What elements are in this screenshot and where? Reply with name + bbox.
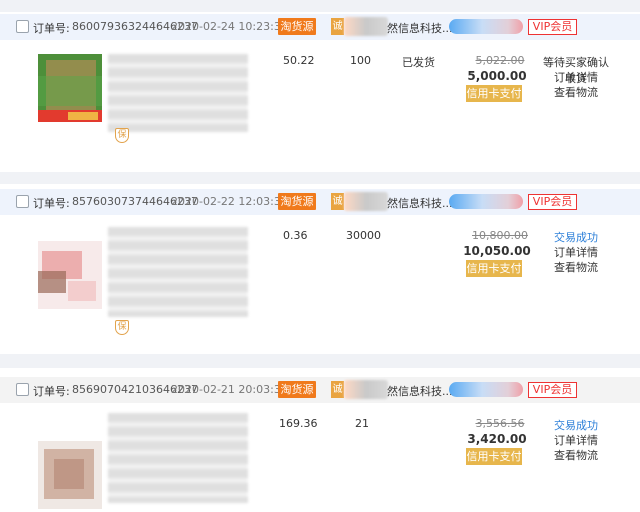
- order-card: 订单号: 856907042103646237 2020-02-21 20:03…: [0, 377, 640, 511]
- original-total: 5,022.00: [475, 54, 525, 67]
- source-tag: 淘货源: [278, 18, 316, 35]
- guarantee-shield-icon: 保: [115, 128, 129, 143]
- order-detail-link[interactable]: 订单详情: [541, 69, 611, 85]
- cheng-badge-icon: 诚: [331, 381, 344, 398]
- order-id-label: 订单号:: [33, 22, 70, 35]
- store-name-link[interactable]: 然信息科技...: [387, 195, 453, 211]
- blurred-badge: [449, 19, 523, 34]
- vip-badge: VIP会员: [528, 194, 577, 210]
- blurred-product-title: [108, 413, 248, 503]
- product-thumbnail[interactable]: [38, 441, 102, 509]
- vip-badge: VIP会员: [528, 382, 577, 398]
- product-image: [38, 54, 102, 122]
- blurred-store-prefix: [344, 380, 388, 399]
- order-total: 5,000.00: [467, 69, 527, 83]
- order-header: 订单号: 856907042103646237 2020-02-21 20:03…: [0, 377, 640, 403]
- order-time: 2020-02-24 10:23:32: [171, 20, 288, 33]
- view-logistics-link[interactable]: 查看物流: [541, 84, 611, 100]
- cheng-badge-icon: 诚: [331, 193, 344, 210]
- store-name-link[interactable]: 然信息科技...: [387, 20, 453, 36]
- section-gap: [0, 0, 640, 12]
- original-total: 10,800.00: [472, 229, 528, 242]
- order-detail-link[interactable]: 订单详情: [541, 432, 611, 448]
- order-id-label: 订单号:: [33, 197, 70, 210]
- blurred-product-title: [108, 227, 248, 317]
- quantity: 21: [355, 417, 369, 430]
- view-logistics-link[interactable]: 查看物流: [541, 447, 611, 463]
- product-image: [38, 241, 102, 309]
- order-card: 订单号: 857603073744646237 2020-02-22 12:03…: [0, 189, 640, 354]
- unit-price: 169.36: [279, 417, 318, 430]
- shipping-status: 已发货: [402, 56, 435, 69]
- section-gap: [0, 172, 640, 184]
- credit-card-pay-button[interactable]: 信用卡支付: [466, 448, 522, 465]
- unit-price: 50.22: [283, 54, 315, 67]
- source-tag: 淘货源: [278, 193, 316, 210]
- order-checkbox[interactable]: [16, 195, 29, 208]
- quantity: 100: [350, 54, 371, 67]
- store-name-link[interactable]: 然信息科技...: [387, 383, 453, 399]
- credit-card-pay-button[interactable]: 信用卡支付: [466, 85, 522, 102]
- product-image: [38, 441, 102, 509]
- order-card: 订单号: 860079363244646237 2020-02-24 10:23…: [0, 14, 640, 172]
- blurred-product-title: [108, 54, 248, 132]
- order-time: 2020-02-22 12:03:35: [171, 195, 288, 208]
- unit-price: 0.36: [283, 229, 308, 242]
- order-id-label: 订单号:: [33, 385, 70, 398]
- guarantee-shield-icon: 保: [115, 320, 129, 335]
- source-tag: 淘货源: [278, 381, 316, 398]
- product-thumbnail[interactable]: [38, 241, 102, 309]
- order-time: 2020-02-21 20:03:38: [171, 383, 288, 396]
- order-checkbox[interactable]: [16, 383, 29, 396]
- order-total: 10,050.00: [463, 244, 531, 258]
- credit-card-pay-button[interactable]: 信用卡支付: [466, 260, 522, 277]
- cheng-badge-icon: 诚: [331, 18, 344, 35]
- order-detail-link[interactable]: 订单详情: [541, 244, 611, 260]
- vip-badge: VIP会员: [528, 19, 577, 35]
- product-thumbnail[interactable]: [38, 54, 102, 122]
- view-logistics-link[interactable]: 查看物流: [541, 259, 611, 275]
- original-total: 3,556.56: [475, 417, 525, 430]
- quantity: 30000: [346, 229, 381, 242]
- order-header: 订单号: 857603073744646237 2020-02-22 12:03…: [0, 189, 640, 215]
- order-status: 交易成功: [554, 419, 598, 432]
- blurred-store-prefix: [344, 17, 388, 36]
- blurred-badge: [449, 194, 523, 209]
- order-status: 交易成功: [554, 231, 598, 244]
- order-total: 3,420.00: [467, 432, 527, 446]
- order-header: 订单号: 860079363244646237 2020-02-24 10:23…: [0, 14, 640, 40]
- blurred-store-prefix: [344, 192, 388, 211]
- order-checkbox[interactable]: [16, 20, 29, 33]
- section-gap: [0, 354, 640, 368]
- blurred-badge: [449, 382, 523, 397]
